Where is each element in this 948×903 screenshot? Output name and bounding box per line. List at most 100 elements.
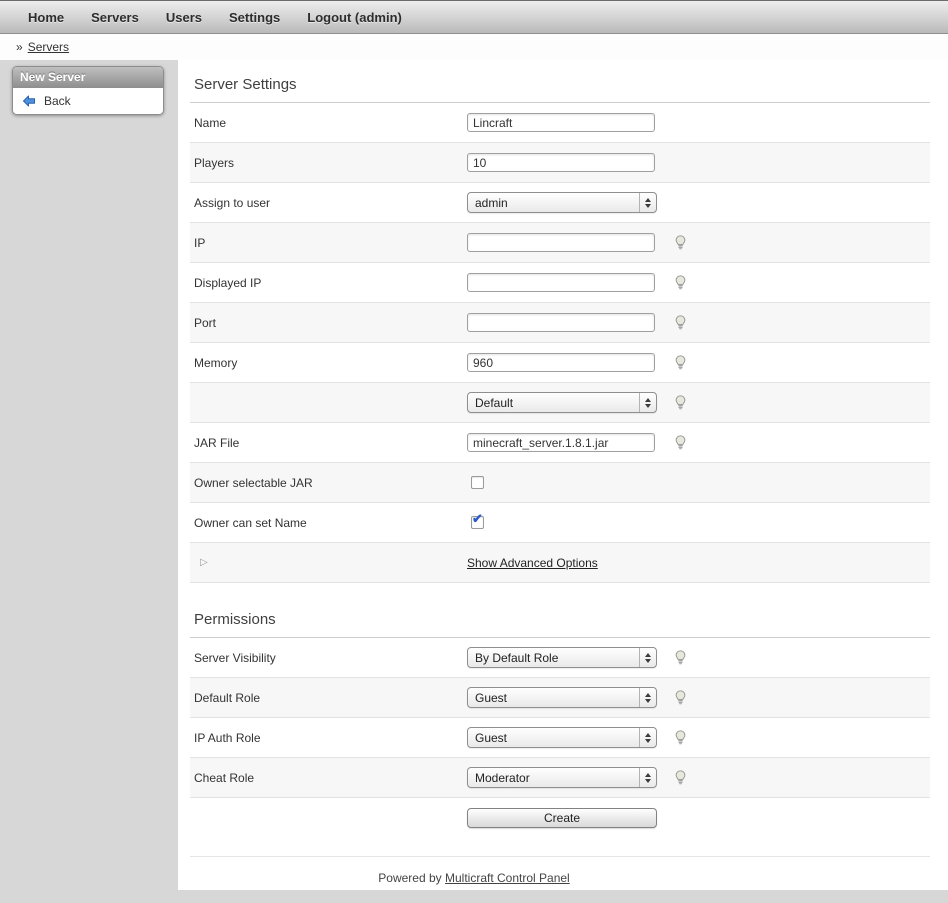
field-control-memory	[467, 353, 663, 372]
nav-item-settings[interactable]: Settings	[229, 10, 280, 25]
section-permissions: PermissionsServer VisibilityBy Default R…	[190, 583, 930, 798]
help-lightbulb-icon[interactable]	[673, 650, 688, 665]
field-label-ip-auth-role: IP Auth Role	[194, 731, 467, 745]
field-label-jar-file: JAR File	[194, 436, 467, 450]
nav-item-home[interactable]: Home	[28, 10, 64, 25]
nav-item-logout-admin[interactable]: Logout (admin)	[307, 10, 402, 25]
sidebar-background	[0, 60, 178, 903]
players-input[interactable]	[467, 153, 655, 172]
field-control-server-visibility: By Default Role	[467, 647, 663, 668]
select-arrows-icon	[639, 728, 656, 747]
nav-item-users[interactable]: Users	[166, 10, 202, 25]
default-role-select[interactable]: Guest	[467, 687, 657, 708]
main-content: Server SettingsNamePlayersAssign to user…	[190, 60, 930, 857]
footer-text: Powered by	[378, 871, 441, 885]
displayed-ip-input[interactable]	[467, 273, 655, 292]
memory-preset-select[interactable]: Default	[467, 392, 657, 413]
sidebar-title: New Server	[13, 67, 163, 88]
select-arrows-icon	[639, 193, 656, 212]
field-control-assign-to-user: admin	[467, 192, 663, 213]
select-arrows-icon	[639, 648, 656, 667]
disclosure-triangle-icon[interactable]: ▷	[200, 557, 208, 568]
help-lightbulb-icon[interactable]	[673, 315, 688, 330]
field-label-assign-to-user: Assign to user	[194, 196, 467, 210]
form-row-memory: Memory	[190, 343, 930, 383]
nav-item-servers[interactable]: Servers	[91, 10, 139, 25]
field-control-name	[467, 113, 663, 132]
field-control-owner-can-set-name: ✔	[467, 516, 663, 529]
field-label-owner-can-set-name: Owner can set Name	[194, 516, 467, 530]
form-row-show-advanced-options: ▷ Show Advanced Options	[190, 543, 930, 583]
section-server-settings: Server SettingsNamePlayersAssign to user…	[190, 60, 930, 583]
select-arrows-icon	[639, 768, 656, 787]
assign-to-user-select[interactable]: admin	[467, 192, 657, 213]
checkmark-icon: ✔	[472, 512, 483, 525]
select-value: Guest	[468, 691, 639, 705]
select-value: By Default Role	[468, 651, 639, 665]
field-control-jar-file	[467, 433, 663, 452]
page-bottom-strip	[0, 890, 948, 903]
memory-input[interactable]	[467, 353, 655, 372]
jar-file-input[interactable]	[467, 433, 655, 452]
help-lightbulb-icon[interactable]	[673, 730, 688, 745]
form-row-cheat-role: Cheat RoleModerator	[190, 758, 930, 798]
cheat-role-select[interactable]: Moderator	[467, 767, 657, 788]
form-row-default-role: Default RoleGuest	[190, 678, 930, 718]
form-row-assign-to-user: Assign to useradmin	[190, 183, 930, 223]
help-lightbulb-icon[interactable]	[673, 275, 688, 290]
select-arrows-icon	[639, 688, 656, 707]
breadcrumb-separator: »	[16, 40, 23, 54]
form-row-port: Port	[190, 303, 930, 343]
footer: Powered by Multicraft Control Panel	[0, 871, 948, 885]
form-row-ip-auth-role: IP Auth RoleGuest	[190, 718, 930, 758]
select-value: Guest	[468, 731, 639, 745]
field-control-ip	[467, 233, 663, 252]
sidebar: New Server Back	[12, 66, 164, 115]
owner-can-set-name-checkbox[interactable]: ✔	[471, 516, 484, 529]
form-row-players: Players	[190, 143, 930, 183]
sidebar-item-back[interactable]: Back	[13, 88, 163, 114]
help-lightbulb-icon[interactable]	[673, 235, 688, 250]
form-row-jar-file: JAR File	[190, 423, 930, 463]
field-label-memory: Memory	[194, 356, 467, 370]
select-value: Default	[468, 396, 639, 410]
form-row-server-visibility: Server VisibilityBy Default Role	[190, 638, 930, 678]
field-control-show-advanced-options: Show Advanced Options	[467, 556, 663, 570]
create-button[interactable]: Create	[467, 808, 657, 828]
field-label-cheat-role: Cheat Role	[194, 771, 467, 785]
breadcrumb: » Servers	[0, 34, 948, 60]
ip-auth-role-select[interactable]: Guest	[467, 727, 657, 748]
footer-link[interactable]: Multicraft Control Panel	[445, 871, 570, 885]
select-arrows-icon	[639, 393, 656, 412]
field-control-memory-preset: Default	[467, 392, 663, 413]
help-lightbulb-icon[interactable]	[673, 395, 688, 410]
form-row-memory-preset: Default	[190, 383, 930, 423]
field-control-default-role: Guest	[467, 687, 663, 708]
owner-selectable-jar-checkbox[interactable]	[471, 476, 484, 489]
field-label-owner-selectable-jar: Owner selectable JAR	[194, 476, 467, 490]
help-lightbulb-icon[interactable]	[673, 690, 688, 705]
arrow-left-icon	[21, 93, 37, 109]
field-control-ip-auth-role: Guest	[467, 727, 663, 748]
port-input[interactable]	[467, 313, 655, 332]
footer-divider	[190, 856, 930, 857]
show-advanced-options-link[interactable]: Show Advanced Options	[467, 556, 598, 570]
help-lightbulb-icon[interactable]	[673, 435, 688, 450]
field-control-port	[467, 313, 663, 332]
breadcrumb-link-servers[interactable]: Servers	[28, 40, 69, 54]
section-heading-permissions: Permissions	[190, 583, 930, 638]
help-lightbulb-icon[interactable]	[673, 355, 688, 370]
form-row-name: Name	[190, 103, 930, 143]
ip-input[interactable]	[467, 233, 655, 252]
server-visibility-select[interactable]: By Default Role	[467, 647, 657, 668]
name-input[interactable]	[467, 113, 655, 132]
sidebar-item-label: Back	[44, 94, 71, 108]
field-label-displayed-ip: Displayed IP	[194, 276, 467, 290]
form-sections: Server SettingsNamePlayersAssign to user…	[190, 60, 930, 798]
form-row-owner-can-set-name: Owner can set Name ✔	[190, 503, 930, 543]
form-row-ip: IP	[190, 223, 930, 263]
help-lightbulb-icon[interactable]	[673, 770, 688, 785]
section-heading-server-settings: Server Settings	[190, 60, 930, 103]
field-label-show-advanced-options: ▷	[194, 557, 467, 568]
submit-row: Create	[190, 798, 930, 838]
